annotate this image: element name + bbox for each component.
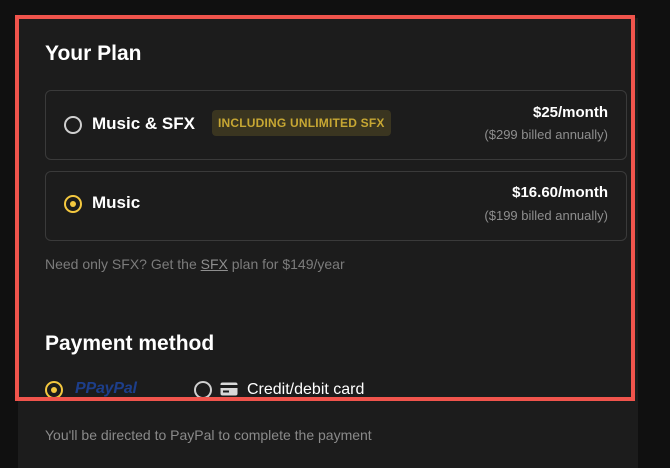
paypal-p-icon: P [75,380,86,397]
payment-section-title: Payment method [45,332,215,355]
sfx-only-hint: Need only SFX? Get the SFX plan for $149… [45,256,345,272]
radio-music[interactable] [64,195,82,213]
radio-paypal[interactable] [45,381,63,399]
unlimited-sfx-badge: INCLUDING UNLIMITED SFX [212,110,391,136]
sfx-plan-link[interactable]: SFX [201,256,228,272]
paypal-redirect-note: You'll be directed to PayPal to complete… [45,427,372,443]
plan-name-music-sfx: Music & SFX [92,114,195,133]
plan-name-music: Music [92,193,141,212]
plan-option-music[interactable]: Music $16.60/month ($199 billed annually… [45,171,627,241]
radio-music-sfx[interactable] [64,116,82,134]
credit-card-icon [220,382,238,396]
paypal-label: PayPal [85,380,137,397]
radio-card[interactable] [194,381,212,399]
billing-music-sfx: ($299 billed annually) [484,127,608,142]
card-label[interactable]: Credit/debit card [247,381,364,399]
hint-suffix: plan for $149/year [227,256,345,272]
plan-option-music-sfx[interactable]: Music & SFX INCLUDING UNLIMITED SFX $25/… [45,90,627,160]
plan-section-title: Your Plan [45,42,142,65]
paypal-logo[interactable]: PPayPal [75,380,137,398]
price-music: $16.60/month [512,184,608,201]
price-music-sfx: $25/month [532,104,608,121]
subscription-panel [18,18,638,468]
hint-prefix: Need only SFX? Get the [45,256,201,272]
billing-music: ($199 billed annually) [484,208,608,223]
